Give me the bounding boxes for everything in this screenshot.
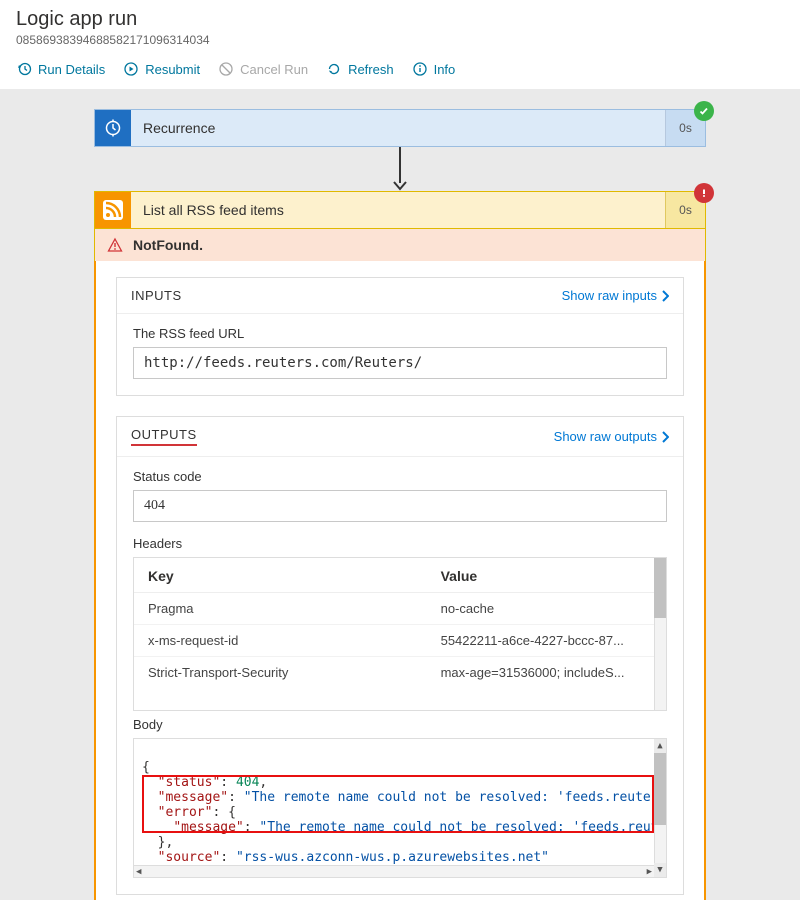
rss-icon — [95, 192, 131, 228]
header-key: Strict-Transport-Security — [134, 657, 427, 689]
error-bar: NotFound. — [94, 229, 706, 261]
arrow-down-icon — [393, 181, 407, 191]
rss-step[interactable]: List all RSS feed items 0s NotFound. INP… — [94, 191, 706, 900]
history-icon — [16, 61, 32, 77]
page-title: Logic app run — [16, 8, 784, 31]
chevron-right-icon — [661, 290, 669, 302]
run-details-button[interactable]: Run Details — [16, 61, 105, 77]
show-raw-inputs-label: Show raw inputs — [562, 288, 657, 303]
table-row: Strict-Transport-Securitymax-age=3153600… — [134, 657, 666, 689]
json-value: "The remote name could not be resolved: … — [259, 820, 666, 835]
cancel-run-label: Cancel Run — [240, 62, 308, 77]
outputs-title: OUTPUTS — [131, 427, 197, 446]
info-label: Info — [434, 62, 456, 77]
scrollbar-horizontal[interactable]: ◀ ▶ — [134, 865, 654, 877]
designer-canvas: Recurrence 0s List all RSS feed items 0s — [0, 89, 800, 900]
show-raw-outputs-link[interactable]: Show raw outputs — [554, 429, 669, 444]
run-details-label: Run Details — [38, 62, 105, 77]
error-badge — [694, 183, 714, 203]
headers-label: Headers — [133, 536, 667, 551]
outputs-panel: OUTPUTS Show raw outputs Status code 404… — [116, 416, 684, 895]
rss-url-label: The RSS feed URL — [133, 326, 667, 341]
cancel-run-button: Cancel Run — [218, 61, 308, 77]
resubmit-icon — [123, 61, 139, 77]
header-value: max-age=31536000; includeS... — [427, 657, 666, 689]
headers-col-key: Key — [134, 558, 427, 593]
error-text: NotFound. — [133, 237, 203, 253]
json-key: "message" — [158, 790, 228, 805]
json-key: "status" — [158, 775, 221, 790]
json-key: "error" — [158, 805, 213, 820]
table-row: Pragmano-cache — [134, 593, 666, 625]
show-raw-inputs-link[interactable]: Show raw inputs — [562, 288, 669, 303]
inputs-title: INPUTS — [131, 288, 182, 303]
run-id: 08586938394688582171096314034 — [16, 33, 784, 47]
info-icon — [412, 61, 428, 77]
headers-table: Key Value Pragmano-cache x-ms-request-id… — [133, 557, 667, 711]
exclamation-icon — [699, 188, 709, 198]
connector-arrow — [94, 147, 706, 191]
success-badge — [694, 101, 714, 121]
body-viewer[interactable]: { "status": 404, "message": "The remote … — [133, 738, 667, 878]
refresh-icon — [326, 61, 342, 77]
show-raw-outputs-label: Show raw outputs — [554, 429, 657, 444]
cancel-icon — [218, 61, 234, 77]
json-value: 404 — [236, 775, 259, 790]
json-key: "message" — [173, 820, 243, 835]
resubmit-button[interactable]: Resubmit — [123, 61, 200, 77]
header-value: no-cache — [427, 593, 666, 625]
scrollbar-thumb[interactable] — [654, 753, 666, 825]
body-label: Body — [133, 717, 667, 732]
header-value: 55422211-a6ce-4227-bccc-87... — [427, 625, 666, 657]
scroll-up-icon[interactable]: ▲ — [654, 739, 666, 753]
rss-url-value[interactable]: http://feeds.reuters.com/Reuters/ — [133, 347, 667, 379]
scroll-down-icon[interactable]: ▼ — [654, 863, 666, 877]
refresh-label: Refresh — [348, 62, 394, 77]
check-icon — [698, 105, 710, 117]
refresh-button[interactable]: Refresh — [326, 61, 394, 77]
recurrence-step[interactable]: Recurrence 0s — [94, 109, 706, 147]
header-key: x-ms-request-id — [134, 625, 427, 657]
inputs-panel: INPUTS Show raw inputs The RSS feed URL … — [116, 277, 684, 396]
warning-icon — [107, 237, 123, 253]
status-code-value[interactable]: 404 — [133, 490, 667, 522]
resubmit-label: Resubmit — [145, 62, 200, 77]
headers-col-value: Value — [427, 558, 666, 593]
json-value: "rss-wus.azconn-wus.p.azurewebsites.net" — [236, 850, 549, 865]
clock-icon — [95, 110, 131, 146]
rss-step-title: List all RSS feed items — [131, 202, 665, 218]
header-key: Pragma — [134, 593, 427, 625]
toolbar: Run Details Resubmit Cancel Run Refresh … — [0, 51, 800, 89]
table-row: x-ms-request-id55422211-a6ce-4227-bccc-8… — [134, 625, 666, 657]
info-button[interactable]: Info — [412, 61, 456, 77]
json-value: "The remote name could not be resolved: … — [244, 790, 667, 805]
scrollbar-thumb[interactable] — [654, 558, 666, 618]
recurrence-title: Recurrence — [131, 120, 665, 136]
status-code-label: Status code — [133, 469, 667, 484]
chevron-right-icon — [661, 431, 669, 443]
json-key: "source" — [158, 850, 221, 865]
